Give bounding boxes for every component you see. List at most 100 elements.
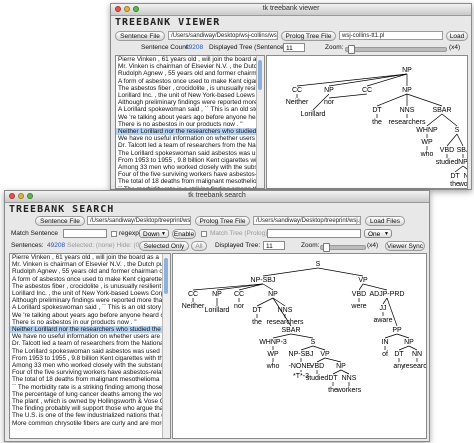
viewer-sentence-line[interactable]: We have no useful information on whether…	[116, 135, 264, 142]
search-sentence-line[interactable]: Although preliminary findings were repor…	[10, 297, 170, 304]
viewer-sentence-line[interactable]: Lorillard Inc. , the unit of New York-ba…	[116, 92, 264, 99]
search-sentence-line[interactable]: Neither Lorillard nor the researchers wh…	[10, 326, 170, 334]
viewer-sentence-line[interactable]: We 're talking about years ago before an…	[116, 114, 264, 121]
search-sentence-line[interactable]: The asbestos fiber , crocidolite , is un…	[10, 283, 170, 290]
search-zoom-knob[interactable]	[323, 243, 330, 252]
tree-node-label: WHNP-3	[259, 339, 287, 346]
search-sentence-line[interactable]: `` The morbidity rate is a striking find…	[10, 384, 170, 391]
tree-edge	[262, 283, 274, 291]
viewer-sentence-line[interactable]: The Lorillard spokeswoman said asbestos …	[116, 150, 264, 157]
match-tree-checkbox[interactable]	[201, 231, 207, 237]
search-sentence-line[interactable]: The Lorillard spokeswoman said asbestos …	[10, 348, 170, 355]
search-list-scrollbar[interactable]	[162, 254, 170, 438]
viewer-load-button[interactable]: Load	[446, 31, 468, 41]
viewer-sentence-file-button[interactable]: Sentence File	[115, 31, 165, 41]
search-sentence-line[interactable]: A Lorillard spokeswoman said , `` This i…	[10, 304, 170, 311]
viewer-sentence-line[interactable]: Among 33 men who worked closely with the…	[116, 164, 264, 171]
search-titlebar[interactable]: tk treebank search	[5, 191, 429, 203]
search-sentence-line[interactable]: The plant , which is owned by Hollingswo…	[10, 398, 170, 405]
tree-node-label: nor	[324, 99, 335, 106]
viewer-sentence-line[interactable]: A form of asbestos once used to make Ken…	[116, 78, 264, 85]
search-sentence-line[interactable]: Four of the five surviving workers have …	[10, 369, 170, 376]
search-sentence-line[interactable]: Dr. Talcott led a team of researchers fr…	[10, 340, 170, 347]
search-sentence-file-path[interactable]: /Users/sandiway/Desktop/treeprint/wsj.tx…	[87, 216, 191, 225]
viewer-sentence-line[interactable]: Neither Lorillard nor the researchers wh…	[116, 128, 264, 136]
match-sentence-input[interactable]	[63, 229, 107, 238]
search-sentence-line[interactable]: Mr. Vinken is chairman of Elsevier N.V. …	[10, 261, 170, 268]
tree-node-label: NP	[268, 291, 278, 298]
search-sentence-line[interactable]: We 're talking about years ago before an…	[10, 312, 170, 319]
tree-node-label: were	[350, 303, 366, 310]
all-button[interactable]: All	[191, 241, 207, 251]
tree-edge	[358, 283, 364, 291]
direction-select[interactable]: Down ▼	[139, 229, 169, 238]
match-tree-input[interactable]	[267, 229, 361, 238]
search-list-scroll-thumb[interactable]	[164, 258, 168, 294]
tree-node-label: NP-SBJ	[251, 277, 276, 284]
selected-only-button[interactable]: Selected Only	[139, 241, 189, 251]
viewer-sentence-list[interactable]: Pierre Vinken , 61 years old , will join…	[115, 55, 265, 189]
search-sentence-line[interactable]: The percentage of lung cancer deaths amo…	[10, 391, 170, 398]
search-sentence-line[interactable]: From 1953 to 1955 , 9.8 billion Kent cig…	[10, 355, 170, 362]
viewer-sentence-line[interactable]: `` The morbidity rate is a striking find…	[116, 186, 264, 188]
viewer-sentence-line[interactable]: The asbestos fiber , crocidolite , is un…	[116, 85, 264, 92]
direction-value: Down	[143, 231, 160, 238]
viewer-sentence-line[interactable]: Rudolph Agnew , 55 years old and former …	[116, 70, 264, 77]
viewer-zoom-slider[interactable]	[345, 45, 447, 54]
search-sentence-file-button[interactable]: Sentence File	[35, 216, 85, 226]
search-sentence-line[interactable]: The total of 18 deaths from malignant me…	[10, 376, 170, 383]
regexp-checkbox[interactable]	[111, 231, 117, 237]
tree-edge	[216, 283, 264, 291]
search-sentence-line[interactable]: A form of asbestos once used to make Ken…	[10, 276, 170, 283]
viewer-list-scroll-thumb[interactable]	[258, 60, 262, 90]
viewer-sentence-line[interactable]: Dr. Talcott led a team of researchers fr…	[116, 142, 264, 149]
viewer-zoom-knob[interactable]	[348, 45, 355, 54]
viewer-sentence-line[interactable]: Although preliminary findings were repor…	[116, 99, 264, 106]
viewer-prolog-tree-file-path[interactable]: wsj-collins-tt1.pl	[339, 31, 443, 40]
tree-node-label: JJ	[380, 305, 387, 312]
tree-node-label: VP	[320, 351, 330, 358]
viewer-sync-button[interactable]: Viewer Sync	[385, 241, 425, 251]
search-app-title: TREEBANK SEARCH	[9, 204, 115, 215]
tree-node-label: the	[372, 119, 382, 126]
viewer-sentence-line[interactable]: There is no asbestos in our products now…	[116, 121, 264, 128]
viewer-sentence-line[interactable]: From 1953 to 1955 , 9.8 billion Kent cig…	[116, 157, 264, 164]
viewer-sentence-file-path[interactable]: /Users/sandiway/Desktop/wsj-collins/wsj-…	[168, 31, 278, 40]
viewer-prolog-tree-file-button[interactable]: Prolog Tree File	[281, 31, 336, 41]
tree-node-label: NP	[324, 87, 334, 94]
tree-edge	[192, 283, 264, 291]
search-prolog-tree-file-button[interactable]: Prolog Tree File	[195, 216, 250, 226]
tree-node-label: the	[252, 319, 262, 326]
tree-node-label: workers	[336, 387, 362, 394]
search-zoom-slider[interactable]	[320, 243, 366, 252]
tree-edge	[398, 345, 410, 351]
search-sentence-line[interactable]: Pierre Vinken , 61 years old , will join…	[10, 254, 170, 261]
tree-node-label: ADJP-PRD	[369, 291, 404, 298]
tree-edge	[340, 369, 350, 375]
viewer-displayed-tree-input[interactable]: 11	[283, 43, 305, 52]
viewer-sentence-line[interactable]: Mr. Vinken is chairman of Elsevier N.V. …	[116, 63, 264, 70]
viewer-list-scrollbar[interactable]	[256, 56, 264, 188]
search-sentence-line[interactable]: More common chrysotile fibers are curly …	[10, 420, 170, 427]
viewer-titlebar[interactable]: tk treebank viewer	[111, 4, 471, 16]
viewer-sentence-line[interactable]: The total of 18 deaths from malignant me…	[116, 178, 264, 185]
viewer-sentence-line[interactable]: Pierre Vinken , 61 years old , will join…	[116, 56, 264, 63]
search-load-files-button[interactable]: Load Files	[365, 216, 405, 226]
tree-node-label: DT	[328, 375, 338, 382]
search-sentence-line[interactable]: We have no useful information on whether…	[10, 333, 170, 340]
viewer-sentence-line[interactable]: A Lorillard spokewoman said , `` This is…	[116, 106, 264, 113]
search-displayed-tree-input[interactable]: 11	[263, 241, 285, 250]
search-sentence-line[interactable]: Among 33 men who worked closely with the…	[10, 362, 170, 369]
search-sentence-line[interactable]: Lorillard Inc. , the unit of New York-ba…	[10, 290, 170, 297]
search-sentence-line[interactable]: The finding probably will support those …	[10, 405, 170, 412]
search-sentence-list[interactable]: Pierre Vinken , 61 years old , will join…	[9, 253, 171, 439]
viewer-sentence-line[interactable]: Four of the five surviving workers have …	[116, 171, 264, 178]
search-sentence-line[interactable]: Rudolph Agnew , 55 years old and former …	[10, 268, 170, 275]
match-tree-select[interactable]: One ▼	[364, 229, 392, 238]
search-sentence-line[interactable]: There is no asbestos in our products now…	[10, 319, 170, 326]
enable-button[interactable]: Enable	[172, 229, 196, 239]
tree-node-label: VBD	[310, 363, 324, 370]
match-sentence-label: Match Sentence	[11, 230, 58, 237]
search-sentence-line[interactable]: The U.S. is one of the few industrialize…	[10, 412, 170, 419]
search-prolog-tree-file-path[interactable]: /Users/sandiway/Desktop/treeprint/wsj.pl	[253, 216, 361, 225]
